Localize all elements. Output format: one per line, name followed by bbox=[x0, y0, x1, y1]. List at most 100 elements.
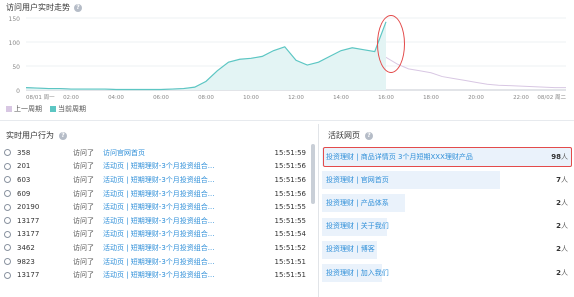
count-unit: 人 bbox=[561, 268, 568, 277]
x-tick-label: 04:00 bbox=[108, 95, 124, 101]
help-icon[interactable]: ? bbox=[365, 131, 373, 140]
timestamp: 15:51:54 bbox=[274, 230, 306, 239]
count-unit: 人 bbox=[561, 222, 568, 231]
count-unit: 人 bbox=[561, 198, 568, 207]
behavior-row[interactable]: 13177 访问了 活动页 | 短期理财-3个月投资组合... 15:51:51 bbox=[4, 268, 310, 282]
behavior-scrollbar[interactable] bbox=[311, 144, 315, 204]
page-link[interactable]: 投资理财 | 博客 bbox=[322, 244, 375, 254]
user-id: 603 bbox=[17, 175, 31, 184]
x-tick-label: 02:00 bbox=[63, 95, 79, 101]
radio-icon[interactable] bbox=[4, 217, 11, 225]
page-link[interactable]: 活动页 | 短期理财-3个月投资组合... bbox=[103, 161, 279, 171]
x-tick-label: 14:00 bbox=[333, 95, 349, 101]
y-tick-label: 50 bbox=[12, 64, 20, 71]
pages-panel-title: 活跃网页 ? bbox=[328, 130, 373, 141]
page-link[interactable]: 投资理财 | 加入我们 bbox=[322, 268, 389, 278]
timestamp: 15:51:51 bbox=[274, 257, 306, 266]
legend-label-current: 当前周期 bbox=[58, 105, 86, 113]
annotation-circle bbox=[377, 15, 405, 73]
behavior-row[interactable]: 201 访问了 活动页 | 短期理财-3个月投资组合... 15:51:56 bbox=[4, 160, 310, 174]
section-divider bbox=[0, 120, 574, 121]
action-text: 访问了 bbox=[73, 271, 94, 280]
x-tick-label: 16:00 bbox=[378, 95, 394, 101]
page-link[interactable]: 访问官网首页 bbox=[103, 148, 279, 158]
radio-icon[interactable] bbox=[4, 230, 11, 238]
behavior-row[interactable]: 9823 访问了 活动页 | 短期理财-3个月投资组合... 15:51:51 bbox=[4, 255, 310, 269]
radio-icon[interactable] bbox=[4, 176, 11, 184]
page-visitor-count: 7人 bbox=[556, 175, 568, 185]
radio-icon[interactable] bbox=[4, 258, 11, 266]
page-row[interactable]: 投资理财 | 加入我们 2人 bbox=[322, 261, 572, 284]
x-tick-label: 10:00 bbox=[243, 95, 259, 101]
timestamp: 15:51:56 bbox=[274, 189, 306, 198]
highlight-box bbox=[323, 147, 572, 167]
page-link[interactable]: 活动页 | 短期理财-3个月投资组合... bbox=[103, 257, 279, 267]
radio-icon[interactable] bbox=[4, 203, 11, 211]
behavior-row[interactable]: 609 访问了 活动页 | 短期理财-3个月投资组合... 15:51:56 bbox=[4, 187, 310, 201]
timestamp: 15:51:55 bbox=[274, 216, 306, 225]
page-visitor-count: 2人 bbox=[556, 244, 568, 254]
behavior-row[interactable]: 20190 访问了 活动页 | 短期理财-3个月投资组合... 15:51:55 bbox=[4, 200, 310, 214]
behavior-row[interactable]: 603 访问了 活动页 | 短期理财-3个月投资组合... 15:51:56 bbox=[4, 173, 310, 187]
action-text: 访问了 bbox=[73, 175, 94, 184]
radio-icon[interactable] bbox=[4, 162, 11, 170]
page-visitor-count: 2人 bbox=[556, 268, 568, 278]
visitor-trend-chart: 150 100 50 0 08/01 周一 02:00 04:00 06:00 08:00 10:… bbox=[9, 16, 567, 101]
x-tick-label: 08:00 bbox=[198, 95, 214, 101]
action-text: 访问了 bbox=[73, 216, 94, 225]
radio-icon[interactable] bbox=[4, 190, 11, 198]
user-id: 13177 bbox=[17, 271, 40, 280]
page-link[interactable]: 活动页 | 短期理财-3个月投资组合... bbox=[103, 243, 279, 253]
radio-icon[interactable] bbox=[4, 244, 11, 252]
legend-swatch-previous bbox=[6, 106, 12, 112]
x-tick-label: 18:00 bbox=[423, 95, 439, 101]
x-tick-label: 22:00 bbox=[513, 95, 529, 101]
page-link[interactable]: 活动页 | 短期理财-3个月投资组合... bbox=[103, 175, 279, 185]
behavior-row[interactable]: 13177 访问了 活动页 | 短期理财-3个月投资组合... 15:51:55 bbox=[4, 214, 310, 228]
user-id: 13177 bbox=[17, 216, 40, 225]
panel-divider bbox=[318, 124, 319, 297]
user-id: 13177 bbox=[17, 230, 40, 239]
pages-title: 活跃网页 bbox=[328, 131, 360, 140]
behavior-title: 实时用户行为 bbox=[6, 131, 54, 140]
page-link[interactable]: 活动页 | 短期理财-3个月投资组合... bbox=[103, 229, 279, 239]
page-link[interactable]: 投资理财 | 官网首页 bbox=[322, 175, 389, 185]
action-text: 访问了 bbox=[73, 203, 94, 212]
user-id: 609 bbox=[17, 189, 31, 198]
y-tick-label: 150 bbox=[9, 16, 21, 23]
chart-legend: 上一周期 当前周期 bbox=[6, 104, 86, 114]
timestamp: 15:51:59 bbox=[274, 148, 306, 157]
page-link[interactable]: 活动页 | 短期理财-3个月投资组合... bbox=[103, 216, 279, 226]
x-tick-label: 06:00 bbox=[153, 95, 169, 101]
behavior-row[interactable]: 13177 访问了 活动页 | 短期理财-3个月投资组合... 15:51:54 bbox=[4, 228, 310, 242]
page-row[interactable]: 投资理财 | 博客 2人 bbox=[322, 238, 572, 261]
action-text: 访问了 bbox=[73, 230, 94, 239]
action-text: 访问了 bbox=[73, 148, 94, 157]
action-text: 访问了 bbox=[73, 243, 94, 252]
radio-icon[interactable] bbox=[4, 271, 11, 279]
timestamp: 15:51:52 bbox=[274, 243, 306, 252]
page-link[interactable]: 活动页 | 短期理财-3个月投资组合... bbox=[103, 202, 279, 212]
page-row[interactable]: 投资理财 | 产品体系 2人 bbox=[322, 191, 572, 214]
x-tick-label: 08/02 周二 bbox=[537, 94, 566, 101]
legend-item-current[interactable]: 当前周期 bbox=[50, 104, 86, 114]
help-icon[interactable]: ? bbox=[59, 131, 67, 140]
behavior-row[interactable]: 358 访问了 访问官网首页 15:51:59 bbox=[4, 146, 310, 160]
user-id: 201 bbox=[17, 162, 31, 171]
page-visitor-count: 2人 bbox=[556, 221, 568, 231]
page-row[interactable]: 投资理财 | 官网首页 7人 bbox=[322, 168, 572, 191]
page-link[interactable]: 投资理财 | 关于我们 bbox=[322, 221, 389, 231]
help-icon[interactable]: ? bbox=[74, 3, 82, 12]
action-text: 访问了 bbox=[73, 257, 94, 266]
action-text: 访问了 bbox=[73, 189, 94, 198]
page-link[interactable]: 活动页 | 短期理财-3个月投资组合... bbox=[103, 270, 279, 280]
x-tick-label: 20:00 bbox=[468, 95, 484, 101]
timestamp: 15:51:56 bbox=[274, 162, 306, 171]
radio-icon[interactable] bbox=[4, 149, 11, 157]
page-link[interactable]: 活动页 | 短期理财-3个月投资组合... bbox=[103, 189, 279, 199]
behavior-row[interactable]: 3462 访问了 活动页 | 短期理财-3个月投资组合... 15:51:52 bbox=[4, 241, 310, 255]
legend-item-previous[interactable]: 上一周期 bbox=[6, 104, 42, 114]
page-link[interactable]: 投资理财 | 产品体系 bbox=[322, 198, 389, 208]
page-row[interactable]: 投资理财 | 关于我们 2人 bbox=[322, 215, 572, 238]
timestamp: 15:51:51 bbox=[274, 271, 306, 280]
